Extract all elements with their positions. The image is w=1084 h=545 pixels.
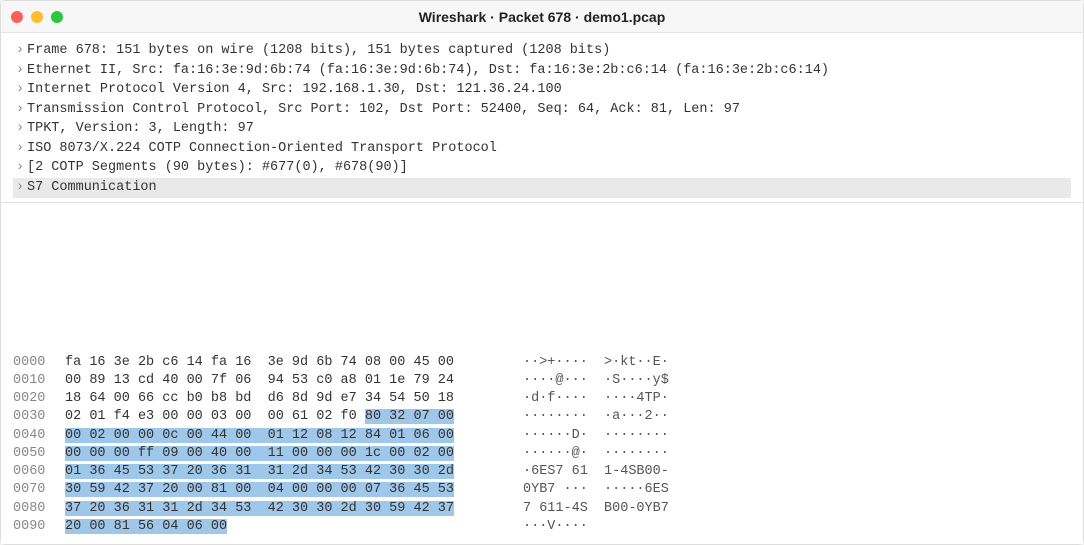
hex-offset: 0050: [13, 445, 65, 463]
hex-ascii: ··>+···· >·kt··E·: [495, 354, 669, 372]
hex-offset: 0070: [13, 481, 65, 499]
hex-ascii: ········ ·a···2··: [495, 408, 669, 426]
hex-offset: 0040: [13, 427, 65, 445]
hex-line[interactable]: 007030 59 42 37 20 00 81 00 04 00 00 00 …: [13, 481, 1071, 499]
hex-offset: 0080: [13, 500, 65, 518]
zoom-icon[interactable]: [51, 11, 63, 23]
hex-offset: 0030: [13, 408, 65, 426]
twisty-icon[interactable]: ›: [13, 158, 27, 178]
hex-ascii: ······D· ········: [495, 427, 669, 445]
hex-ascii: 7 611-4S B00-0YB7: [495, 500, 669, 518]
hex-line[interactable]: 0000fa 16 3e 2b c6 14 fa 16 3e 9d 6b 74 …: [13, 354, 1071, 372]
hex-ascii: 0YB7 ··· ·····6ES: [495, 481, 669, 499]
hex-offset: 0010: [13, 372, 65, 390]
hex-offset: 0020: [13, 390, 65, 408]
close-icon[interactable]: [11, 11, 23, 23]
hex-offset: 0090: [13, 518, 65, 536]
packet-window: Wireshark · Packet 678 · demo1.pcap ›Fra…: [0, 0, 1084, 545]
hex-bytes: 00 00 00 ff 09 00 40 00 11 00 00 00 1c 0…: [65, 445, 495, 463]
tree-row-label: Ethernet II, Src: fa:16:3e:9d:6b:74 (fa:…: [27, 61, 829, 81]
tree-row[interactable]: ›ISO 8073/X.224 COTP Connection-Oriented…: [13, 139, 1071, 159]
tree-row[interactable]: ›TPKT, Version: 3, Length: 97: [13, 119, 1071, 139]
protocol-tree[interactable]: ›Frame 678: 151 bytes on wire (1208 bits…: [1, 33, 1083, 203]
content-area: ›Frame 678: 151 bytes on wire (1208 bits…: [1, 33, 1083, 544]
hex-ascii: ····@··· ·S····y$: [495, 372, 669, 390]
tree-row-label: Transmission Control Protocol, Src Port:…: [27, 100, 740, 120]
twisty-icon[interactable]: ›: [13, 80, 27, 100]
tree-row-label: [2 COTP Segments (90 bytes): #677(0), #6…: [27, 158, 408, 178]
tree-row[interactable]: ›S7 Communication: [13, 178, 1071, 198]
hex-bytes: 20 00 81 56 04 06 00: [65, 518, 495, 536]
twisty-icon[interactable]: ›: [13, 119, 27, 139]
twisty-icon[interactable]: ›: [13, 178, 27, 198]
tree-row[interactable]: ›Frame 678: 151 bytes on wire (1208 bits…: [13, 41, 1071, 61]
hex-ascii: ······@· ········: [495, 445, 669, 463]
hex-line[interactable]: 008037 20 36 31 31 2d 34 53 42 30 30 2d …: [13, 500, 1071, 518]
tree-row-label: Internet Protocol Version 4, Src: 192.16…: [27, 80, 562, 100]
hex-bytes: 18 64 00 66 cc b0 b8 bd d6 8d 9d e7 34 5…: [65, 390, 495, 408]
tree-row-label: TPKT, Version: 3, Length: 97: [27, 119, 254, 139]
hex-bytes: 30 59 42 37 20 00 81 00 04 00 00 00 07 3…: [65, 481, 495, 499]
minimize-icon[interactable]: [31, 11, 43, 23]
hex-line[interactable]: 001000 89 13 cd 40 00 7f 06 94 53 c0 a8 …: [13, 372, 1071, 390]
tree-row[interactable]: ›Transmission Control Protocol, Src Port…: [13, 100, 1071, 120]
hex-bytes: 00 02 00 00 0c 00 44 00 01 12 08 12 84 0…: [65, 427, 495, 445]
twisty-icon[interactable]: ›: [13, 61, 27, 81]
hex-bytes: 37 20 36 31 31 2d 34 53 42 30 30 2d 30 5…: [65, 500, 495, 518]
hex-line[interactable]: 003002 01 f4 e3 00 00 03 00 00 61 02 f0 …: [13, 408, 1071, 426]
tree-row[interactable]: ›Internet Protocol Version 4, Src: 192.1…: [13, 80, 1071, 100]
hex-line[interactable]: 009020 00 81 56 04 06 00···V····: [13, 518, 1071, 536]
hex-line[interactable]: 006001 36 45 53 37 20 36 31 31 2d 34 53 …: [13, 463, 1071, 481]
hex-line[interactable]: 005000 00 00 ff 09 00 40 00 11 00 00 00 …: [13, 445, 1071, 463]
hex-line[interactable]: 004000 02 00 00 0c 00 44 00 01 12 08 12 …: [13, 427, 1071, 445]
tree-row-label: Frame 678: 151 bytes on wire (1208 bits)…: [27, 41, 610, 61]
window-title: Wireshark · Packet 678 · demo1.pcap: [1, 9, 1083, 25]
tree-row[interactable]: ›[2 COTP Segments (90 bytes): #677(0), #…: [13, 158, 1071, 178]
hex-ascii: ·6ES7 61 1-4SB00-: [495, 463, 669, 481]
hex-ascii: ·d·f···· ····4TP·: [495, 390, 669, 408]
window-controls: [11, 11, 63, 23]
hex-ascii: ···V····: [495, 518, 588, 536]
hex-line[interactable]: 002018 64 00 66 cc b0 b8 bd d6 8d 9d e7 …: [13, 390, 1071, 408]
twisty-icon[interactable]: ›: [13, 41, 27, 61]
tree-row-label: ISO 8073/X.224 COTP Connection-Oriented …: [27, 139, 497, 159]
twisty-icon[interactable]: ›: [13, 100, 27, 120]
hex-dump[interactable]: 0000fa 16 3e 2b c6 14 fa 16 3e 9d 6b 74 …: [1, 203, 1083, 545]
hex-bytes: fa 16 3e 2b c6 14 fa 16 3e 9d 6b 74 08 0…: [65, 354, 495, 372]
hex-offset: 0000: [13, 354, 65, 372]
tree-row-label: S7 Communication: [27, 178, 157, 198]
hex-bytes: 00 89 13 cd 40 00 7f 06 94 53 c0 a8 01 1…: [65, 372, 495, 390]
hex-bytes: 02 01 f4 e3 00 00 03 00 00 61 02 f0 80 3…: [65, 408, 495, 426]
titlebar: Wireshark · Packet 678 · demo1.pcap: [1, 1, 1083, 33]
twisty-icon[interactable]: ›: [13, 139, 27, 159]
hex-bytes: 01 36 45 53 37 20 36 31 31 2d 34 53 42 3…: [65, 463, 495, 481]
tree-row[interactable]: ›Ethernet II, Src: fa:16:3e:9d:6b:74 (fa…: [13, 61, 1071, 81]
hex-offset: 0060: [13, 463, 65, 481]
